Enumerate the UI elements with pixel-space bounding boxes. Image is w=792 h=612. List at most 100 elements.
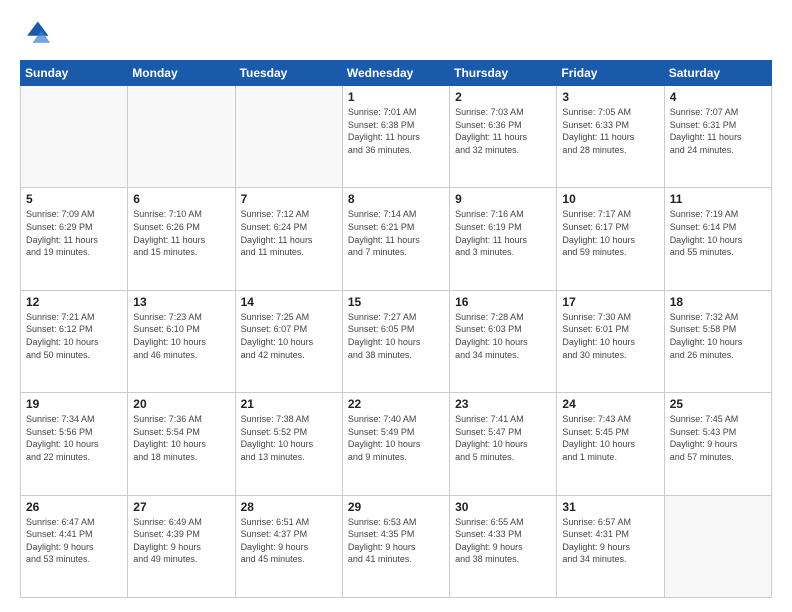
calendar-cell: 6Sunrise: 7:10 AM Sunset: 6:26 PM Daylig…: [128, 188, 235, 290]
day-number: 7: [241, 192, 337, 206]
weekday-header-tuesday: Tuesday: [235, 61, 342, 86]
day-info: Sunrise: 7:45 AM Sunset: 5:43 PM Dayligh…: [670, 413, 766, 463]
day-info: Sunrise: 7:03 AM Sunset: 6:36 PM Dayligh…: [455, 106, 551, 156]
calendar-cell: 14 Sunrise: 7:25 AM Sunset: 6:07 PM Dayli…: [235, 290, 342, 392]
day-info: Sunrise: 7:36 AM Sunset: 5:54 PM Dayligh…: [133, 413, 229, 463]
week-row-2: 5 Sunrise: 7:09 AM Sunset: 6:29 PM Daylig…: [21, 188, 772, 290]
day-info: Sunrise: 6:49 AM Sunset: 4:39 PM Dayligh…: [133, 516, 229, 566]
calendar-cell: 31Sunrise: 6:57 AM Sunset: 4:31 PM Dayli…: [557, 495, 664, 597]
page: SundayMondayTuesdayWednesdayThursdayFrid…: [0, 0, 792, 612]
calendar-cell: 15Sunrise: 7:27 AM Sunset: 6:05 PM Dayli…: [342, 290, 449, 392]
calendar-cell: 13Sunrise: 7:23 AM Sunset: 6:10 PM Dayli…: [128, 290, 235, 392]
day-number: 30: [455, 500, 551, 514]
day-info: Sunrise: 7:32 AM Sunset: 5:58 PM Dayligh…: [670, 311, 766, 361]
day-info: Sunrise: 6:47 AM Sunset: 4:41 PM Dayligh…: [26, 516, 122, 566]
day-number: 4: [670, 90, 766, 104]
day-number: 11: [670, 192, 766, 206]
day-info: Sunrise: 7:21 AM Sunset: 6:12 PM Dayligh…: [26, 311, 122, 361]
weekday-header-wednesday: Wednesday: [342, 61, 449, 86]
calendar-cell: 18 Sunrise: 7:32 AM Sunset: 5:58 PM Dayli…: [664, 290, 771, 392]
day-number: 20: [133, 397, 229, 411]
day-number: 3: [562, 90, 658, 104]
day-number: 27: [133, 500, 229, 514]
calendar-cell: [21, 86, 128, 188]
calendar-cell: 26 Sunrise: 6:47 AM Sunset: 4:41 PM Dayli…: [21, 495, 128, 597]
day-info: Sunrise: 7:25 AM Sunset: 6:07 PM Dayligh…: [241, 311, 337, 361]
calendar-cell: 5 Sunrise: 7:09 AM Sunset: 6:29 PM Daylig…: [21, 188, 128, 290]
day-number: 14: [241, 295, 337, 309]
day-info: Sunrise: 7:28 AM Sunset: 6:03 PM Dayligh…: [455, 311, 551, 361]
calendar-cell: [235, 86, 342, 188]
calendar-cell: [664, 495, 771, 597]
weekday-header-friday: Friday: [557, 61, 664, 86]
calendar-cell: 2 Sunrise: 7:03 AM Sunset: 6:36 PM Daylig…: [450, 86, 557, 188]
day-number: 6: [133, 192, 229, 206]
calendar-cell: 17 Sunrise: 7:30 AM Sunset: 6:01 PM Dayli…: [557, 290, 664, 392]
day-number: 2: [455, 90, 551, 104]
calendar-cell: 25 Sunrise: 7:45 AM Sunset: 5:43 PM Dayli…: [664, 393, 771, 495]
day-info: Sunrise: 7:09 AM Sunset: 6:29 PM Dayligh…: [26, 208, 122, 258]
day-info: Sunrise: 7:41 AM Sunset: 5:47 PM Dayligh…: [455, 413, 551, 463]
day-number: 10: [562, 192, 658, 206]
day-number: 25: [670, 397, 766, 411]
calendar-cell: 20 Sunrise: 7:36 AM Sunset: 5:54 PM Dayli…: [128, 393, 235, 495]
day-number: 29: [348, 500, 444, 514]
week-row-5: 26 Sunrise: 6:47 AM Sunset: 4:41 PM Dayli…: [21, 495, 772, 597]
week-row-1: 1 Sunrise: 7:01 AM Sunset: 6:38 PM Daylig…: [21, 86, 772, 188]
day-info: Sunrise: 6:55 AM Sunset: 4:33 PM Dayligh…: [455, 516, 551, 566]
day-number: 9: [455, 192, 551, 206]
day-info: Sunrise: 7:43 AM Sunset: 5:45 PM Dayligh…: [562, 413, 658, 463]
calendar-table: SundayMondayTuesdayWednesdayThursdayFrid…: [20, 60, 772, 598]
day-info: Sunrise: 7:14 AM Sunset: 6:21 PM Dayligh…: [348, 208, 444, 258]
day-number: 26: [26, 500, 122, 514]
calendar-cell: 24 Sunrise: 7:43 AM Sunset: 5:45 PM Dayli…: [557, 393, 664, 495]
day-number: 24: [562, 397, 658, 411]
day-number: 28: [241, 500, 337, 514]
day-info: Sunrise: 7:01 AM Sunset: 6:38 PM Dayligh…: [348, 106, 444, 156]
calendar-cell: 29 Sunrise: 6:53 AM Sunset: 4:35 PM Dayli…: [342, 495, 449, 597]
day-info: Sunrise: 7:05 AM Sunset: 6:33 PM Dayligh…: [562, 106, 658, 156]
day-info: Sunrise: 7:30 AM Sunset: 6:01 PM Dayligh…: [562, 311, 658, 361]
logo-icon: [20, 18, 52, 50]
weekday-header-row: SundayMondayTuesdayWednesdayThursdayFrid…: [21, 61, 772, 86]
day-number: 22: [348, 397, 444, 411]
day-info: Sunrise: 6:51 AM Sunset: 4:37 PM Dayligh…: [241, 516, 337, 566]
weekday-header-thursday: Thursday: [450, 61, 557, 86]
weekday-header-saturday: Saturday: [664, 61, 771, 86]
calendar-cell: 28 Sunrise: 6:51 AM Sunset: 4:37 PM Dayli…: [235, 495, 342, 597]
header: [20, 18, 772, 50]
day-info: Sunrise: 7:34 AM Sunset: 5:56 PM Dayligh…: [26, 413, 122, 463]
day-number: 23: [455, 397, 551, 411]
calendar-cell: 22Sunrise: 7:40 AM Sunset: 5:49 PM Dayli…: [342, 393, 449, 495]
logo: [20, 18, 56, 50]
calendar-cell: 10Sunrise: 7:17 AM Sunset: 6:17 PM Dayli…: [557, 188, 664, 290]
calendar-cell: 27 Sunrise: 6:49 AM Sunset: 4:39 PM Dayli…: [128, 495, 235, 597]
calendar-cell: 1 Sunrise: 7:01 AM Sunset: 6:38 PM Daylig…: [342, 86, 449, 188]
day-info: Sunrise: 7:07 AM Sunset: 6:31 PM Dayligh…: [670, 106, 766, 156]
calendar-cell: 11 Sunrise: 7:19 AM Sunset: 6:14 PM Dayli…: [664, 188, 771, 290]
day-info: Sunrise: 6:53 AM Sunset: 4:35 PM Dayligh…: [348, 516, 444, 566]
day-info: Sunrise: 7:16 AM Sunset: 6:19 PM Dayligh…: [455, 208, 551, 258]
calendar-cell: 9 Sunrise: 7:16 AM Sunset: 6:19 PM Daylig…: [450, 188, 557, 290]
day-number: 21: [241, 397, 337, 411]
weekday-header-sunday: Sunday: [21, 61, 128, 86]
day-number: 19: [26, 397, 122, 411]
week-row-3: 12Sunrise: 7:21 AM Sunset: 6:12 PM Dayli…: [21, 290, 772, 392]
day-number: 1: [348, 90, 444, 104]
day-info: Sunrise: 7:12 AM Sunset: 6:24 PM Dayligh…: [241, 208, 337, 258]
day-info: Sunrise: 6:57 AM Sunset: 4:31 PM Dayligh…: [562, 516, 658, 566]
day-number: 5: [26, 192, 122, 206]
calendar-cell: 12Sunrise: 7:21 AM Sunset: 6:12 PM Dayli…: [21, 290, 128, 392]
day-number: 18: [670, 295, 766, 309]
calendar-cell: 23 Sunrise: 7:41 AM Sunset: 5:47 PM Dayli…: [450, 393, 557, 495]
calendar-cell: 30 Sunrise: 6:55 AM Sunset: 4:33 PM Dayli…: [450, 495, 557, 597]
calendar-cell: [128, 86, 235, 188]
day-info: Sunrise: 7:27 AM Sunset: 6:05 PM Dayligh…: [348, 311, 444, 361]
day-number: 17: [562, 295, 658, 309]
calendar-cell: 8Sunrise: 7:14 AM Sunset: 6:21 PM Daylig…: [342, 188, 449, 290]
week-row-4: 19 Sunrise: 7:34 AM Sunset: 5:56 PM Dayli…: [21, 393, 772, 495]
day-info: Sunrise: 7:23 AM Sunset: 6:10 PM Dayligh…: [133, 311, 229, 361]
calendar-cell: 7 Sunrise: 7:12 AM Sunset: 6:24 PM Daylig…: [235, 188, 342, 290]
day-number: 16: [455, 295, 551, 309]
day-info: Sunrise: 7:19 AM Sunset: 6:14 PM Dayligh…: [670, 208, 766, 258]
